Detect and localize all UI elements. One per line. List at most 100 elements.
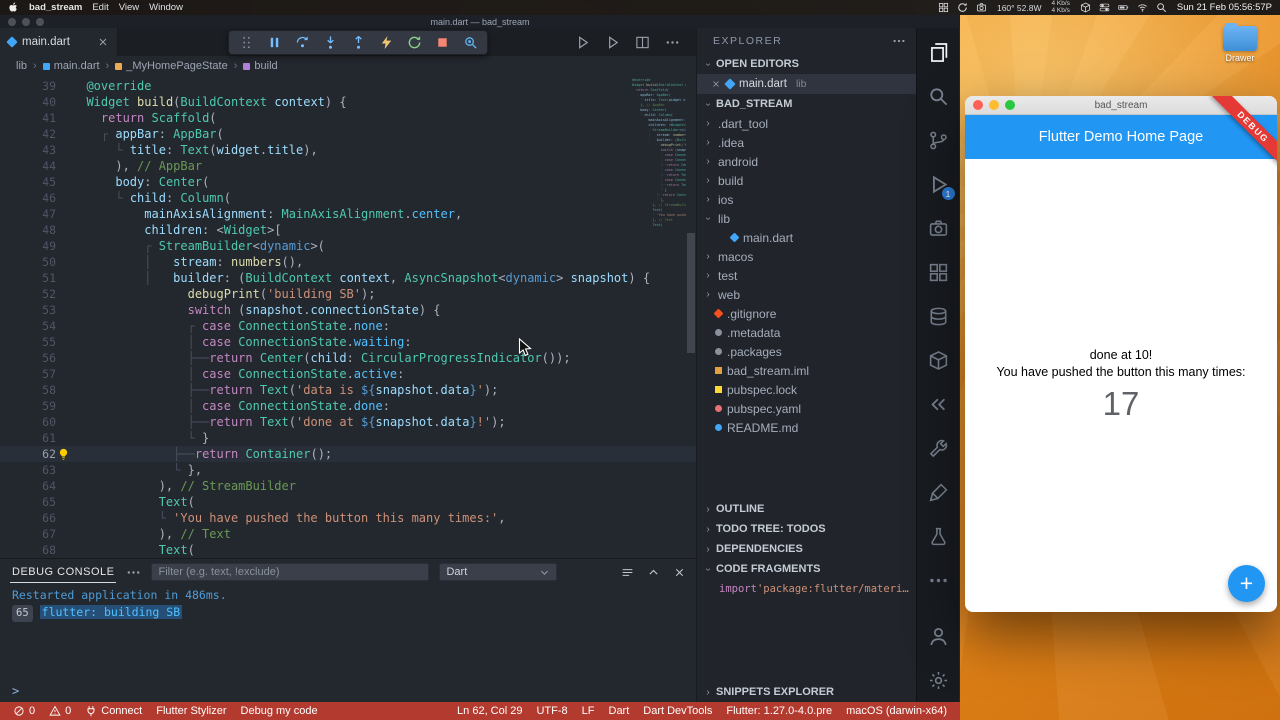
explorer-icon[interactable]	[917, 30, 960, 74]
dart-devtools-button[interactable]: Dart DevTools	[636, 705, 719, 717]
tree-item--packages[interactable]: .packages	[697, 342, 916, 361]
section-code-fragments[interactable]: CODE FRAGMENTS	[697, 559, 916, 579]
open-editor-main-dart[interactable]: main.dart lib	[697, 74, 916, 94]
tree-item-pubspec-yaml[interactable]: pubspec.yaml	[697, 399, 916, 418]
tree-item-pubspec-lock[interactable]: pubspec.lock	[697, 380, 916, 399]
code-line[interactable]: 63 └ },	[0, 462, 696, 478]
code-line[interactable]: 41 return Scaffold(	[0, 110, 696, 126]
menu-view[interactable]: View	[119, 2, 139, 13]
line-number[interactable]: 67	[0, 526, 56, 542]
line-number[interactable]: 42	[0, 126, 56, 142]
code-fragment-item[interactable]: import 'package:flutter/materi…	[697, 579, 916, 598]
code-line[interactable]: 43 └ title: Text(widget.title),	[0, 142, 696, 158]
step-out-button[interactable]	[345, 32, 371, 54]
line-number[interactable]: 47	[0, 206, 56, 222]
maximize-panel-icon[interactable]	[647, 566, 660, 579]
tree-item-lib[interactable]: lib	[697, 209, 916, 228]
editor-more-actions-button[interactable]	[665, 35, 680, 50]
increment-fab[interactable]: +	[1228, 565, 1265, 602]
run-debug-icon[interactable]: 1	[917, 162, 960, 206]
close-window-button[interactable]	[973, 100, 983, 110]
line-number[interactable]: 50	[0, 254, 56, 270]
section-dependencies[interactable]: DEPENDENCIES	[697, 539, 916, 559]
step-over-button[interactable]	[289, 32, 315, 54]
apple-menu-icon[interactable]	[8, 2, 19, 13]
source-control-icon[interactable]	[917, 118, 960, 162]
problems-warnings[interactable]: 0	[42, 705, 78, 717]
stop-button[interactable]	[429, 32, 455, 54]
tree-item--dart-tool[interactable]: .dart_tool	[697, 114, 916, 133]
line-number[interactable]: 51	[0, 270, 56, 286]
tree-item--metadata[interactable]: .metadata	[697, 323, 916, 342]
control-center-icon[interactable]	[1099, 2, 1110, 13]
line-number[interactable]: 54	[0, 318, 56, 334]
breadcrumb-item[interactable]: lib	[16, 60, 27, 72]
minimap[interactable]: 39 @override40 Widget build(BuildContext…	[624, 78, 686, 230]
line-number[interactable]: 62	[0, 446, 56, 462]
more-extensions-icon[interactable]	[917, 558, 960, 602]
line-number[interactable]: 46	[0, 190, 56, 206]
window-controls[interactable]	[8, 17, 44, 26]
code-line[interactable]: 65 Text(	[0, 494, 696, 510]
connect-button[interactable]: Connect	[78, 705, 149, 717]
section-todo-tree-todos[interactable]: TODO TREE: TODOS	[697, 519, 916, 539]
code-line[interactable]: 57 │ case ConnectionState.active:	[0, 366, 696, 382]
code-line[interactable]: 54 ┌ case ConnectionState.none:	[0, 318, 696, 334]
desktop-drawer-shortcut[interactable]: Drawer	[1212, 23, 1268, 63]
device-selector[interactable]: macOS (darwin-x64)	[839, 705, 954, 717]
line-number[interactable]: 52	[0, 286, 56, 302]
line-number[interactable]: 60	[0, 414, 56, 430]
code-line[interactable]: 48 children: <Widget>[	[0, 222, 696, 238]
problems-errors[interactable]: 0	[6, 705, 42, 717]
snippets-explorer-header[interactable]: SNIPPETS EXPLORER	[697, 682, 916, 702]
code-editor[interactable]: 39 @override 40 Widget build(BuildContext…	[0, 76, 696, 558]
remote-explorer-icon[interactable]	[917, 382, 960, 426]
hot-reload-button[interactable]	[373, 32, 399, 54]
line-number[interactable]: 57	[0, 366, 56, 382]
code-line[interactable]: 45 body: Center(	[0, 174, 696, 190]
hot-restart-button[interactable]	[401, 32, 427, 54]
line-number[interactable]: 63	[0, 462, 56, 478]
line-number[interactable]: 49	[0, 238, 56, 254]
time-machine-icon[interactable]	[957, 2, 968, 13]
code-line[interactable]: 47 mainAxisAlignment: MainAxisAlignment.…	[0, 206, 696, 222]
tree-item--gitignore[interactable]: .gitignore	[697, 304, 916, 323]
console-menu-icon[interactable]	[621, 566, 634, 579]
line-number[interactable]: 58	[0, 382, 56, 398]
code-line[interactable]: 51 │ builder: (BuildContext context, Asy…	[0, 270, 696, 286]
breadcrumb[interactable]: lib › main.dart › _MyHomePageState › build	[0, 56, 696, 76]
tree-item-readme-md[interactable]: README.md	[697, 418, 916, 437]
console-line[interactable]: 65 flutter: building SB	[12, 604, 696, 622]
code-line[interactable]: 60 ├──return Text('done at ${snapshot.da…	[0, 414, 696, 430]
tree-item-test[interactable]: test	[697, 266, 916, 285]
code-line[interactable]: 67 ), // Text	[0, 526, 696, 542]
tree-item--idea[interactable]: .idea	[697, 133, 916, 152]
close-editor-icon[interactable]	[711, 79, 721, 89]
code-line[interactable]: 39 @override	[0, 78, 696, 94]
drag-handle[interactable]	[233, 32, 259, 54]
code-line[interactable]: 55 │ case ConnectionState.waiting:	[0, 334, 696, 350]
encoding-selector[interactable]: UTF-8	[529, 705, 574, 717]
line-number[interactable]: 55	[0, 334, 56, 350]
console-prompt[interactable]	[0, 684, 696, 702]
code-line[interactable]: 46 └ child: Column(	[0, 190, 696, 206]
istat-menu-icon[interactable]	[938, 2, 949, 13]
line-number[interactable]: 40	[0, 94, 56, 110]
app-menu[interactable]: bad_stream	[29, 2, 82, 13]
console-session-dropdown[interactable]: Dart	[439, 563, 558, 581]
display-icon[interactable]	[976, 2, 987, 13]
tree-item-web[interactable]: web	[697, 285, 916, 304]
flutter-stylizer-button[interactable]: Flutter Stylizer	[149, 705, 233, 717]
console-filter-input[interactable]	[151, 563, 430, 581]
code-line[interactable]: 61 └ }	[0, 430, 696, 446]
line-number[interactable]: 64	[0, 478, 56, 494]
search-icon[interactable]	[917, 74, 960, 118]
close-tab-icon[interactable]	[97, 36, 109, 48]
editor-scrollbar[interactable]	[686, 76, 696, 558]
code-line[interactable]: 68 Text(	[0, 542, 696, 558]
spotlight-icon[interactable]	[1156, 2, 1167, 13]
code-line[interactable]: 66 └ 'You have pushed the button this ma…	[0, 510, 696, 526]
explorer-more-icon[interactable]	[892, 34, 906, 48]
tree-item-main-dart[interactable]: main.dart	[697, 228, 916, 247]
code-line[interactable]: 49 ┌ StreamBuilder<dynamic>(	[0, 238, 696, 254]
